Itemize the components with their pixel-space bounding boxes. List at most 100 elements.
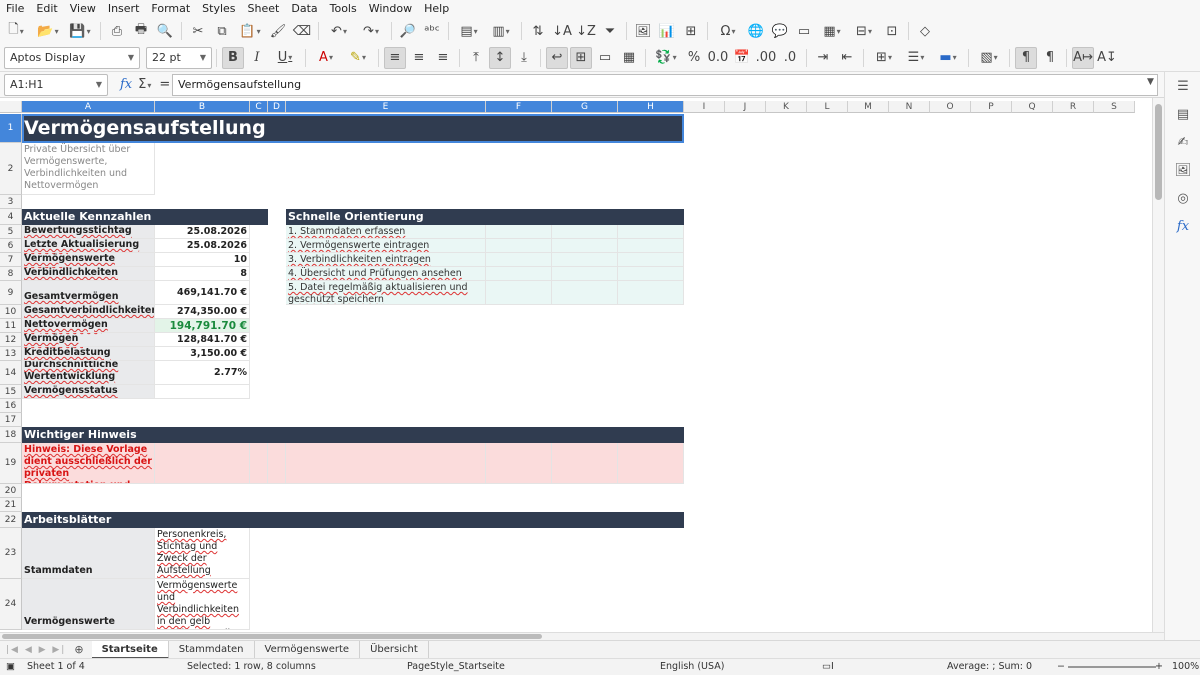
add-decimal-icon[interactable]: .00 (755, 47, 777, 69)
menu-item-styles[interactable]: Styles (196, 0, 241, 18)
kpi-label[interactable]: Erfasste Vermögenswerte (22, 253, 155, 267)
sum-icon[interactable]: Σ▾ (138, 77, 151, 92)
vertical-scrollbar[interactable] (1152, 98, 1164, 632)
document-modified-icon[interactable]: ▣ (6, 661, 15, 672)
delete-decimal-icon[interactable]: .0 (779, 47, 801, 69)
sheet-tab[interactable]: Übersicht (360, 640, 429, 659)
row-header[interactable]: 21 (0, 498, 22, 512)
wrap-text-icon[interactable]: ↩ (546, 46, 568, 69)
sheets-header-filler[interactable] (286, 512, 486, 528)
column-header[interactable]: H (618, 101, 684, 113)
hamburger-menu-icon[interactable]: ☰ (1165, 72, 1200, 100)
align-left-icon[interactable]: ≡ (384, 46, 406, 69)
column-header[interactable]: D (268, 101, 286, 113)
menu-item-tools[interactable]: Tools (324, 0, 363, 18)
worksheet-description[interactable]: Vermögenswerte und Verbindlichkeiten in … (155, 579, 250, 630)
spreadsheet-grid[interactable]: A B C D E F G H I J K L M N O P Q R S 1 2 3 4 5 6 7 8 9 10 11 12 13 14 15… (0, 98, 1164, 632)
guide-step-filler[interactable] (486, 225, 552, 239)
column-header[interactable]: J (725, 101, 766, 113)
column-header[interactable]: F (486, 101, 552, 113)
kpi-value[interactable]: 194,791.70 € (155, 319, 250, 333)
bold-icon[interactable]: B (222, 46, 244, 69)
horizontal-scroll-thumb[interactable] (2, 634, 542, 639)
formula-icon[interactable]: = (159, 77, 170, 92)
menu-item-help[interactable]: Help (418, 0, 455, 18)
kpi-header[interactable]: Aktuelle Kennzahlen (22, 209, 155, 225)
row-header[interactable]: 11 (0, 319, 22, 333)
kpi-label[interactable]: Nettovermögen (22, 319, 155, 333)
right-to-left-icon[interactable]: ¶ (1039, 47, 1061, 69)
find-replace-icon[interactable]: 🔎 (397, 20, 419, 42)
kpi-value[interactable]: 274,350.00 € (155, 305, 250, 319)
menu-item-sheet[interactable]: Sheet (242, 0, 286, 18)
row-header[interactable]: 15 (0, 385, 22, 399)
worksheet-name[interactable]: Stammdaten (22, 528, 155, 579)
guide-step-filler[interactable] (552, 253, 618, 267)
merge-cells-icon[interactable]: ▭ (594, 47, 616, 69)
kpi-value[interactable]: 469,141.70 € (155, 281, 250, 305)
status-page-style[interactable]: PageStyle_Startseite (407, 661, 505, 672)
italic-icon[interactable]: I (246, 47, 268, 69)
notice-header-filler[interactable] (486, 427, 552, 443)
menu-item-format[interactable]: Format (145, 0, 196, 18)
kpi-label[interactable]: Gesamtvermögen (22, 281, 155, 305)
row-header[interactable]: 5 (0, 225, 22, 239)
kpi-label[interactable]: Vermögensstatus (22, 385, 155, 399)
kpi-label[interactable]: Liquidierbares Vermögen (22, 333, 155, 347)
notice-filler[interactable] (618, 443, 684, 484)
guide-step[interactable]: 3. Verbindlichkeiten eintragen (286, 253, 486, 267)
special-character-icon[interactable]: Ω ▾ (713, 20, 743, 42)
row-header[interactable]: 13 (0, 347, 22, 361)
column-header[interactable]: L (807, 101, 848, 113)
row-header[interactable]: 7 (0, 253, 22, 267)
kpi-label[interactable]: Erfasste Verbindlichkeiten (22, 267, 155, 281)
guide-step[interactable]: 2. Vermögenswerte eintragen (286, 239, 486, 253)
border-style-icon[interactable]: ☰ ▾ (901, 47, 931, 69)
kpi-header-value[interactable] (155, 209, 250, 225)
save-icon[interactable]: 💾 ▾ (65, 20, 95, 42)
column-header[interactable]: S (1094, 101, 1135, 113)
kpi-label[interactable]: Durchschnittliche Wertentwicklung (22, 361, 155, 385)
column-header[interactable]: O (930, 101, 971, 113)
notice-filler[interactable] (268, 443, 286, 484)
guide-step-filler[interactable] (618, 267, 684, 281)
column-header[interactable]: C (250, 101, 268, 113)
vertical-scroll-thumb[interactable] (1155, 104, 1162, 200)
number-format-icon[interactable]: 0.0 (707, 47, 729, 69)
kpi-value[interactable]: 25.08.2026 (155, 225, 250, 239)
row-header[interactable]: 9 (0, 281, 22, 305)
formula-input[interactable]: Vermögensaufstellung (172, 74, 1158, 96)
align-center-icon[interactable]: ≡ (408, 47, 430, 69)
notice-header-filler[interactable] (618, 427, 684, 443)
spelling-icon[interactable]: ᵃᵇᶜ (421, 20, 443, 42)
row-icon[interactable]: ▤ ▾ (454, 20, 484, 42)
row-header[interactable]: 4 (0, 209, 22, 225)
select-all-corner[interactable] (0, 101, 22, 113)
guide-step-filler[interactable] (618, 281, 684, 305)
column-header[interactable]: R (1053, 101, 1094, 113)
column-header[interactable]: Q (1012, 101, 1053, 113)
sheets-header-filler[interactable] (250, 512, 268, 528)
notice-filler[interactable] (486, 443, 552, 484)
column-header[interactable]: I (684, 101, 725, 113)
row-header[interactable]: 20 (0, 484, 22, 498)
sheets-header-filler[interactable] (552, 512, 618, 528)
clear-formatting-icon[interactable]: ⌫ (291, 20, 313, 42)
show-draw-functions-icon[interactable]: ◇ (914, 20, 936, 42)
conditional-format-icon[interactable]: ▧ ▾ (974, 47, 1004, 69)
sheet-tab[interactable]: Vermögenswerte (255, 640, 361, 659)
redo-icon[interactable]: ↷ ▾ (356, 20, 386, 42)
notice-header-filler[interactable] (286, 427, 486, 443)
row-header[interactable]: 22 (0, 512, 22, 528)
sheet-subtitle[interactable]: Private Übersicht über Vermögenswerte, V… (22, 143, 155, 195)
percent-format-icon[interactable]: % (683, 47, 705, 69)
notice-text[interactable]: Hinweis: Diese Vorlage dient ausschließl… (22, 443, 155, 484)
font-size-box[interactable]: 22 pt ▼ (146, 46, 212, 69)
horizontal-scrollbar[interactable] (0, 632, 1164, 640)
cut-icon[interactable]: ✂ (187, 20, 209, 42)
sort-icon[interactable]: ⇅ (527, 20, 549, 42)
underline-icon[interactable]: U ▾ (270, 47, 300, 69)
row-header[interactable]: 17 (0, 413, 22, 427)
row-header[interactable]: 24 (0, 579, 22, 630)
font-color-icon[interactable]: A ▾ (311, 47, 341, 69)
